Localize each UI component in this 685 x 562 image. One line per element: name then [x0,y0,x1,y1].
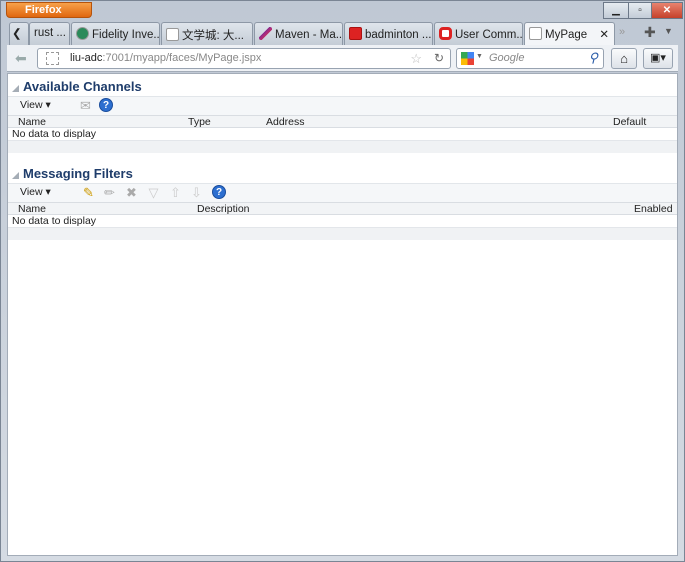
navigation-bar: ⬅ liu-adc:7001/myapp/faces/MyPage.jspx ☆… [7,45,678,72]
help-icon[interactable]: ? [212,185,226,199]
collapse-icon[interactable] [12,172,19,179]
home-button[interactable]: ⌂ [611,48,637,69]
engine-dropdown-icon[interactable]: ▼ [476,53,483,60]
firefox-menu-button[interactable]: Firefox [6,2,92,18]
messaging-filters-section: Messaging Filters View ▾ ✎ ✏ ✖ ▽ ⇧ ⇩ ? N… [8,166,677,240]
column-header-type[interactable]: Type [188,116,211,128]
page-icon [166,28,179,41]
move-down-icon[interactable]: ⇩ [189,185,204,200]
tab-user-comm[interactable]: User Comm... [434,22,523,45]
tab-maven[interactable]: Maven - Ma... [254,22,343,45]
tab-fidelity[interactable]: Fidelity Inve... [71,22,160,45]
table-header: Name Type Address Default [8,115,677,128]
browser-window: Firefox ▁ ▫ ✕ ❮ rust ... Fidelity Inve..… [0,0,685,562]
maximize-button[interactable]: ▫ [628,2,652,19]
close-tab-icon[interactable]: ✕ [599,27,609,41]
table-header: Name Description Enabled [8,202,677,215]
create-icon[interactable]: ✎ [81,185,96,200]
column-header-default[interactable]: Default [613,116,646,128]
bookmark-star-icon[interactable]: ☆ [410,51,422,67]
oracle-icon [439,27,452,40]
collapse-icon[interactable] [12,85,19,92]
tab-trust[interactable]: rust ... [29,22,70,45]
toolbar: View ▾ ✉ ? [8,97,677,115]
youtube-icon [349,27,362,40]
toolbar: View ▾ ✎ ✏ ✖ ▽ ⇧ ⇩ ? [8,184,677,202]
list-tabs-button[interactable]: ▼ [664,26,673,36]
page-icon [529,27,542,40]
search-box[interactable]: ▼ Google ⚲ [456,48,604,69]
back-button[interactable]: ⬅ [15,50,27,67]
delete-icon[interactable]: ✖ [124,185,139,200]
page-content: Available Channels View ▾ ✉ ? Name Type … [7,73,678,556]
empty-message: No data to display [12,215,97,227]
google-icon[interactable] [461,52,474,65]
reload-icon[interactable]: ↻ [434,51,444,65]
site-identity-icon[interactable] [46,52,59,65]
section-header[interactable]: Messaging Filters [8,166,677,184]
section-header[interactable]: Available Channels [8,79,677,97]
tab-strip: ❮ rust ... Fidelity Inve... 文学城: 大... Ma… [7,22,678,46]
search-icon[interactable]: ⚲ [588,50,598,66]
view-menu[interactable]: View ▾ [20,99,51,111]
edit-icon[interactable]: ✏ [102,185,117,200]
tab-badminton[interactable]: badminton ... [344,22,433,45]
tab-mypage[interactable]: MyPage ✕ [524,22,615,46]
maven-icon [259,27,272,40]
table-empty-row [8,140,677,153]
minimize-button[interactable]: ▁ [603,2,629,19]
new-tab-button[interactable]: ✚ [644,24,656,41]
fidelity-icon [76,27,89,40]
filter-icon[interactable]: ▽ [146,185,161,200]
help-icon[interactable]: ? [99,98,113,112]
column-header-name[interactable]: Name [18,203,46,215]
tab-wenxuecheng[interactable]: 文学城: 大... [161,22,253,45]
bookmarks-button[interactable]: ▣▾ [643,48,673,69]
column-header-name[interactable]: Name [18,116,46,128]
available-channels-section: Available Channels View ▾ ✉ ? Name Type … [8,79,677,153]
column-header-enabled[interactable]: Enabled [634,203,673,215]
table-empty-row [8,227,677,240]
empty-message: No data to display [12,128,97,140]
view-menu[interactable]: View ▾ [20,186,51,198]
scroll-tabs-right-button[interactable]: » [619,26,625,38]
email-icon[interactable]: ✉ [78,98,93,113]
scroll-tabs-left-button[interactable]: ❮ [9,22,29,45]
url-bar[interactable]: liu-adc:7001/myapp/faces/MyPage.jspx ☆ ↻ [37,48,451,69]
move-up-icon[interactable]: ⇧ [168,185,183,200]
column-header-address[interactable]: Address [266,116,305,128]
column-header-description[interactable]: Description [197,203,250,215]
close-window-button[interactable]: ✕ [651,2,683,19]
